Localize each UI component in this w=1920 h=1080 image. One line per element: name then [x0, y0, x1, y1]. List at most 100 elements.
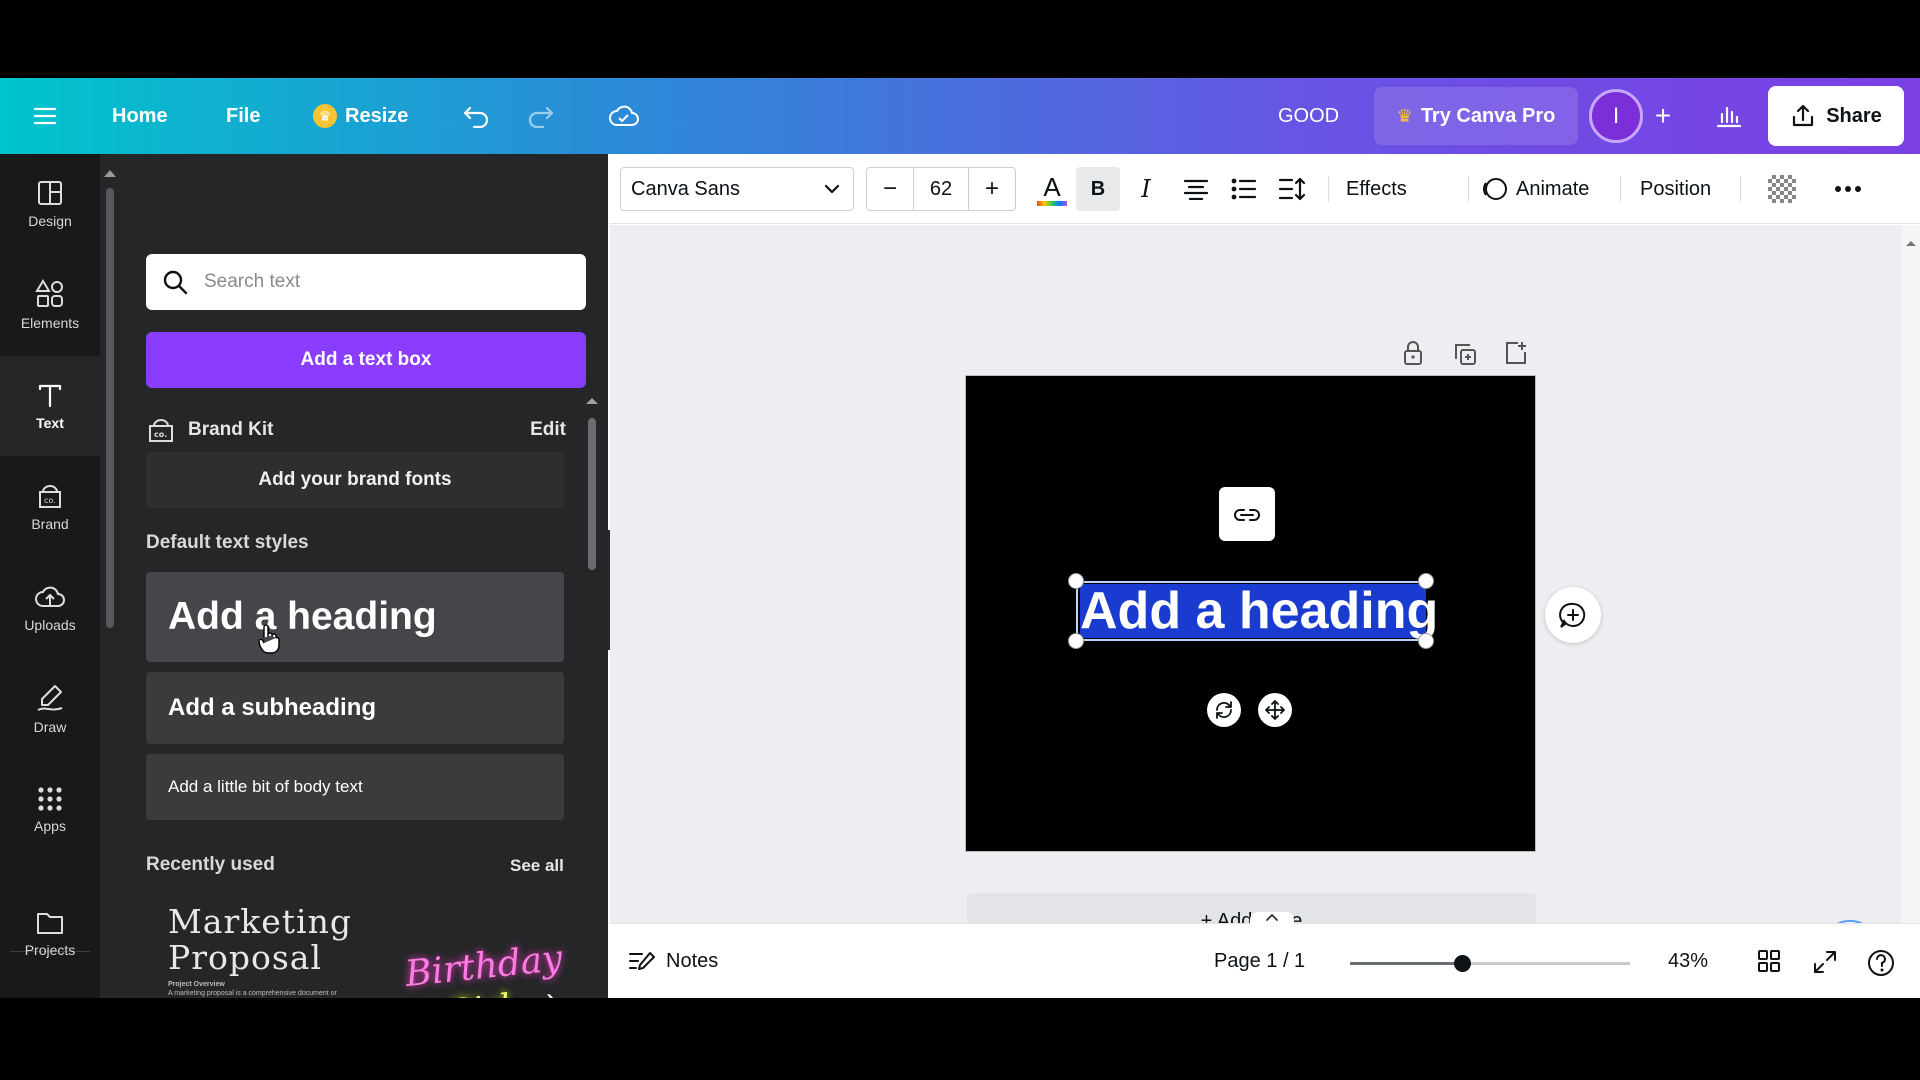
rail-item-draw[interactable]: Draw — [0, 659, 100, 759]
position-button[interactable]: Position — [1640, 167, 1711, 211]
share-button[interactable]: Share — [1768, 86, 1904, 146]
see-all-link[interactable]: See all — [510, 856, 564, 876]
main-menu-button[interactable] — [34, 78, 68, 154]
comment-plus-icon — [1559, 602, 1586, 628]
more-horizontal-icon — [1835, 186, 1861, 192]
selected-heading-text[interactable]: Add a heading — [1080, 584, 1438, 638]
spacing-button[interactable] — [1270, 167, 1314, 211]
animate-button[interactable]: Animate — [1480, 167, 1589, 211]
align-center-button[interactable] — [1174, 167, 1218, 211]
design-page[interactable]: Add a heading — [965, 375, 1536, 852]
toolbar-divider — [1468, 176, 1469, 202]
panel-scrollbar[interactable] — [588, 418, 596, 570]
rotate-button[interactable] — [1207, 693, 1241, 727]
resize-handle-top-right[interactable] — [1418, 573, 1434, 589]
add-brand-fonts-button[interactable]: Add your brand fonts — [146, 452, 564, 508]
transparency-button[interactable] — [1762, 167, 1802, 211]
page-count-button[interactable]: Page 1 / 1 — [1214, 924, 1305, 998]
redo-button[interactable] — [527, 78, 555, 154]
cloud-save-button[interactable] — [608, 78, 640, 154]
panel-list-scroll-up[interactable] — [586, 398, 598, 404]
more-options-button[interactable] — [1828, 167, 1868, 211]
rail-scrollbar[interactable] — [106, 188, 114, 628]
file-menu-button[interactable]: File — [226, 78, 260, 154]
design-title[interactable]: GOOD — [1278, 78, 1339, 154]
zoom-slider-fill — [1350, 962, 1462, 965]
notes-label: Notes — [666, 950, 719, 972]
rail-item-uploads[interactable]: Uploads — [0, 558, 100, 658]
home-button[interactable]: Home — [112, 78, 168, 154]
decrease-font-size-button[interactable]: − — [867, 168, 913, 210]
add-subheading-card[interactable]: Add a subheading — [146, 672, 564, 744]
rail-item-brand[interactable]: co. Brand — [0, 457, 100, 557]
add-text-box-button[interactable]: Add a text box — [146, 332, 586, 388]
recent-marketing-small-body: A marketing proposal is a comprehensive … — [168, 990, 337, 997]
duplicate-page-button[interactable] — [1453, 342, 1477, 371]
rail-item-text[interactable]: Text — [0, 356, 100, 456]
elements-icon — [35, 279, 63, 307]
italic-button[interactable]: I — [1124, 167, 1168, 211]
lock-page-button[interactable] — [1402, 340, 1424, 371]
rail-item-elements[interactable]: Elements — [0, 255, 100, 355]
grid-view-button[interactable] — [1756, 948, 1782, 979]
avatar[interactable]: I — [1589, 89, 1643, 143]
zoom-slider[interactable] — [1350, 955, 1630, 972]
bullet-list-icon — [1231, 178, 1257, 200]
fullscreen-button[interactable] — [1811, 948, 1839, 981]
rail-item-apps[interactable]: Apps — [0, 760, 100, 860]
scroll-up-icon — [1906, 241, 1916, 246]
add-page-button-top[interactable] — [1504, 340, 1528, 371]
zoom-level[interactable]: 43% — [1668, 924, 1708, 998]
font-family-select[interactable]: Canva Sans — [620, 167, 854, 211]
grid-view-icon — [1758, 950, 1780, 972]
plus-icon: + — [1654, 100, 1672, 131]
add-collaborator-button[interactable]: + — [1648, 78, 1678, 154]
recent-next-chevron-icon[interactable]: › — [546, 982, 556, 998]
link-button[interactable] — [1219, 487, 1275, 541]
undo-button[interactable] — [462, 78, 490, 154]
try-canva-pro-button[interactable]: ♛ Try Canva Pro — [1374, 87, 1578, 145]
effects-button[interactable]: Effects — [1346, 167, 1407, 211]
undo-icon — [463, 106, 489, 128]
bold-button[interactable]: B — [1076, 167, 1120, 211]
insights-button[interactable] — [1713, 78, 1745, 154]
resize-handle-bottom-right[interactable] — [1418, 633, 1434, 649]
panel-scroll-up[interactable] — [104, 170, 116, 177]
list-button[interactable] — [1222, 167, 1266, 211]
rail-label: Draw — [33, 719, 67, 735]
font-size-input[interactable]: 62 — [913, 168, 969, 210]
default-text-styles-title: Default text styles — [146, 532, 309, 553]
rail-item-design[interactable]: Design — [0, 154, 100, 254]
left-rail: Design Elements Text co. Brand Uploads D… — [0, 154, 100, 998]
recent-marketing-line1: Marketing — [168, 902, 352, 941]
color-swatch-bar — [1037, 201, 1067, 206]
add-body-text-card[interactable]: Add a little bit of body text — [146, 754, 564, 820]
vertical-scrollbar[interactable] — [1902, 225, 1920, 977]
search-icon — [163, 270, 188, 295]
font-size-stepper: − 62 + — [866, 167, 1016, 211]
zoom-slider-knob[interactable] — [1454, 955, 1471, 972]
text-color-button[interactable]: A — [1030, 167, 1074, 211]
help-button[interactable] — [1866, 948, 1896, 983]
add-comment-button[interactable] — [1545, 587, 1601, 643]
brand-kit-icon: co. — [149, 419, 173, 442]
resize-handle-bottom-left[interactable] — [1068, 633, 1084, 649]
bar-chart-icon — [1716, 106, 1742, 128]
projects-icon — [37, 913, 63, 934]
link-icon — [1234, 509, 1260, 521]
notes-button[interactable]: Notes — [628, 924, 718, 998]
chevron-down-icon — [824, 184, 840, 194]
rail-item-projects[interactable]: Projects — [0, 884, 100, 984]
add-heading-card[interactable]: Add a heading — [146, 572, 564, 662]
svg-text:co.: co. — [154, 430, 167, 439]
increase-font-size-button[interactable]: + — [969, 168, 1015, 210]
search-input[interactable] — [204, 271, 564, 293]
search-box[interactable] — [146, 254, 586, 310]
animate-icon — [1483, 178, 1507, 200]
resize-button[interactable]: ♛ Resize — [313, 78, 408, 154]
move-button[interactable] — [1258, 693, 1292, 727]
brand-kit-edit-link[interactable]: Edit — [530, 419, 566, 441]
recent-marketing-line2: Proposal — [168, 938, 323, 977]
top-bar: Home File ♛ Resize GOOD ♛ Try Canva Pro … — [0, 78, 1920, 154]
resize-handle-top-left[interactable] — [1068, 573, 1084, 589]
